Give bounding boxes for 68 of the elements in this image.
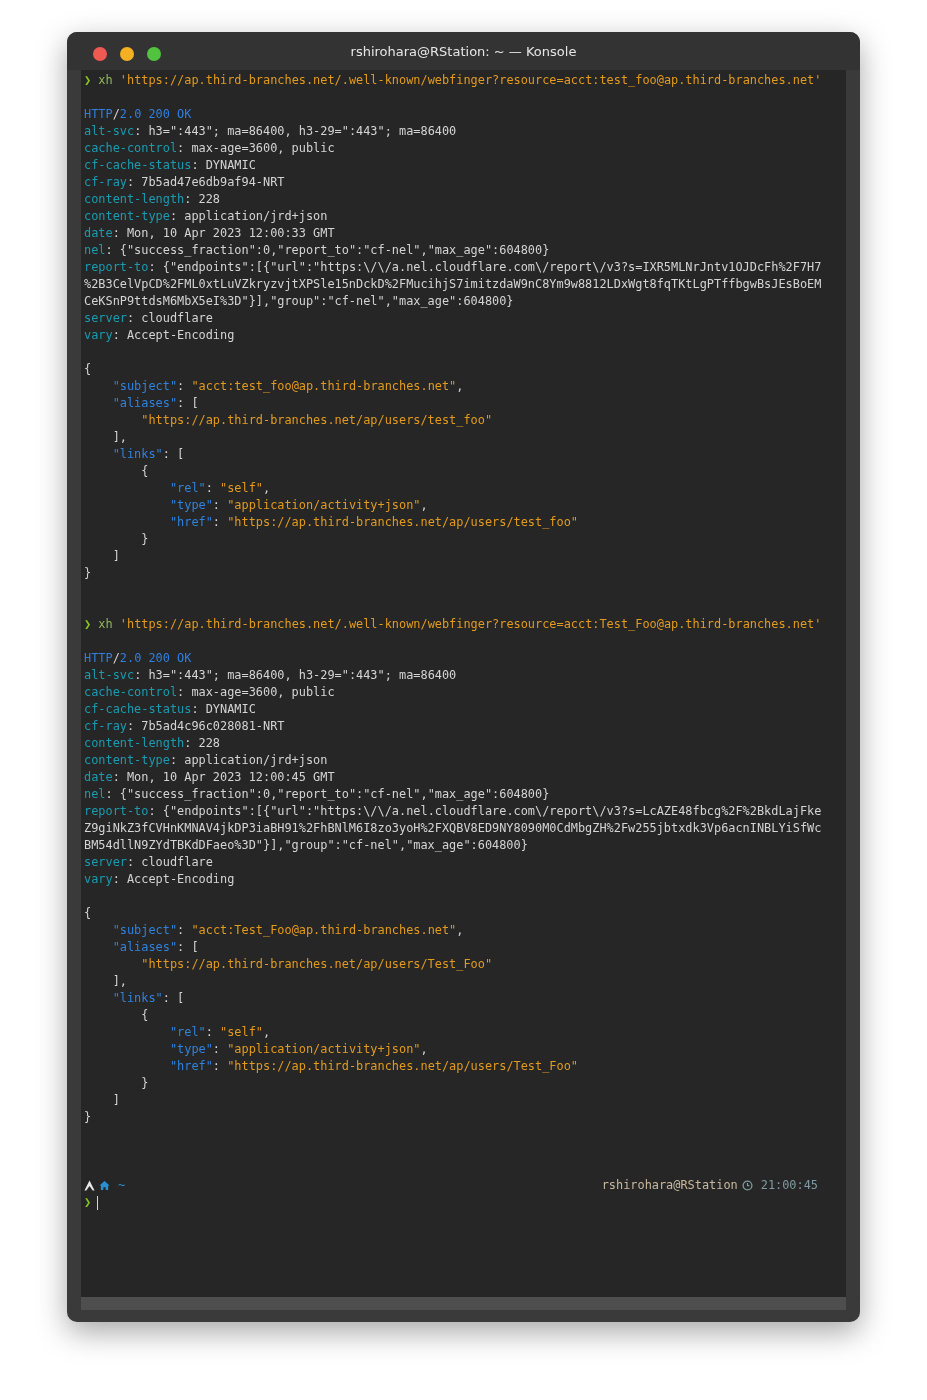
output-line: date: Mon, 10 Apr 2023 12:00:33 GMT <box>84 225 336 242</box>
prompt-symbol: ❯ <box>84 1194 92 1211</box>
output-line: alt-svc: h3=":443"; ma=86400, h3-29=":443"; ma=86400 <box>84 123 458 140</box>
home-icon <box>99 1180 110 1191</box>
output-line: CeKSnP9ttdsM6MbX5eI%3D"}],"group":"cf-nel","max_age":604800} <box>84 293 515 310</box>
output-line: "subject": "acct:test_foo@ap.third-branches.net", <box>111 378 465 395</box>
output-line: nel: {"success_fraction":0,"report_to":"cf-nel","max_age":604800} <box>84 786 551 803</box>
output-line: "https://ap.third-branches.net/ap/users/Test_Foo" <box>140 956 494 973</box>
output-line: %2B3CelVpCD%2FML0xtLuVZkryzvjtXPSle15nDckD%2FMucihjS7imitzdaW9nC8Ym9w8812LDxWgt8fqTKtLgPTffbgwBsJEsBoEM <box>84 276 823 293</box>
output-line: } <box>84 1109 93 1126</box>
output-line: ] <box>111 548 121 565</box>
mountain-logo-icon <box>84 1180 95 1191</box>
output-line: content-length: 228 <box>84 191 222 208</box>
command-line: ❯ xh 'https://ap.third-branches.net/.well-known/webfinger?resource=acct:test_foo@ap.third-branches.net' <box>84 72 823 89</box>
output-line: cf-ray: 7b5ad47e6db9af94-NRT <box>84 174 286 191</box>
output-line: vary: Accept-Encoding <box>84 871 236 888</box>
output-line: { <box>84 905 93 922</box>
output-line: { <box>140 463 150 480</box>
output-line: BM54dllN9ZYdTBKdDFaeo%3D"}],"group":"cf-nel","max_age":604800} <box>84 837 529 854</box>
output-line: "links": [ <box>111 990 186 1007</box>
clock-icon <box>741 1180 753 1191</box>
output-line: ], <box>111 973 128 990</box>
output-line: ] <box>111 1092 121 1109</box>
output-line: "aliases": [ <box>111 939 200 956</box>
output-line: } <box>140 1075 150 1092</box>
output-line: content-type: application/jrd+json <box>84 752 329 769</box>
output-line: cache-control: max-age=3600, public <box>84 140 336 157</box>
output-line: "aliases": [ <box>111 395 200 412</box>
output-line: vary: Accept-Encoding <box>84 327 236 344</box>
output-line: } <box>140 531 150 548</box>
output-line: "href": "https://ap.third-branches.net/ap/users/test_foo" <box>168 514 579 531</box>
output-line: HTTP/2.0 200 OK <box>84 106 193 123</box>
output-line: "href": "https://ap.third-branches.net/ap/users/Test_Foo" <box>168 1058 579 1075</box>
output-line: report-to: {"endpoints":[{"url":"https:\/\/a.nel.cloudflare.com\/report\/v3?s=LcAZE48fbcg%2F%2BkdLajFke <box>84 803 823 820</box>
output-line: "links": [ <box>111 446 186 463</box>
command-line: ❯ xh 'https://ap.third-branches.net/.well-known/webfinger?resource=acct:Test_Foo@ap.third-branches.net' <box>84 616 823 633</box>
output-line: content-length: 228 <box>84 735 222 752</box>
output-line: alt-svc: h3=":443"; ma=86400, h3-29=":443"; ma=86400 <box>84 667 458 684</box>
minimize-button[interactable] <box>120 47 134 61</box>
clock-time: 21:00:45 <box>760 1177 818 1194</box>
output-line: Z9giNkZ3fCVHnKMNAV4jkDP3iaBH91%2FhBNlM6I8zo3yoH%2FXQBV8ED9NY8090M0CdMbgZH%2Fw255jbtxdk3Vp6acnINBLYiSfWc <box>84 820 823 837</box>
output-line: "type": "application/activity+json", <box>168 1041 429 1058</box>
output-line: "subject": "acct:Test_Foo@ap.third-branches.net", <box>111 922 465 939</box>
output-line: "type": "application/activity+json", <box>168 497 429 514</box>
close-button[interactable] <box>93 47 107 61</box>
output-line: "rel": "self", <box>168 1024 272 1041</box>
output-line: cache-control: max-age=3600, public <box>84 684 336 701</box>
output-line: date: Mon, 10 Apr 2023 12:00:45 GMT <box>84 769 336 786</box>
output-line: } <box>84 565 93 582</box>
user-host: rshirohara@RStation <box>601 1177 738 1194</box>
output-line: report-to: {"endpoints":[{"url":"https:\/\/a.nel.cloudflare.com\/report\/v3?s=IXR5MLNrJntv1OJDcFh%2F7H7 <box>84 259 823 276</box>
output-line: "https://ap.third-branches.net/ap/users/test_foo" <box>140 412 494 429</box>
output-line: content-type: application/jrd+json <box>84 208 329 225</box>
output-line: { <box>84 361 93 378</box>
window-title: rshirohara@RStation: ~ — Konsole <box>350 43 577 59</box>
output-line: ], <box>111 429 128 446</box>
output-line: server: cloudflare <box>84 310 214 327</box>
text-cursor <box>97 1195 99 1210</box>
output-line: cf-ray: 7b5ad4c96c028081-NRT <box>84 718 286 735</box>
output-line: nel: {"success_fraction":0,"report_to":"cf-nel","max_age":604800} <box>84 242 551 259</box>
output-line: "rel": "self", <box>168 480 272 497</box>
output-line: server: cloudflare <box>84 854 214 871</box>
output-line: cf-cache-status: DYNAMIC <box>84 157 257 174</box>
output-line: HTTP/2.0 200 OK <box>84 650 193 667</box>
current-directory: ~ <box>118 1177 126 1194</box>
maximize-button[interactable] <box>147 47 161 61</box>
output-line: cf-cache-status: DYNAMIC <box>84 701 257 718</box>
output-line: { <box>140 1007 150 1024</box>
